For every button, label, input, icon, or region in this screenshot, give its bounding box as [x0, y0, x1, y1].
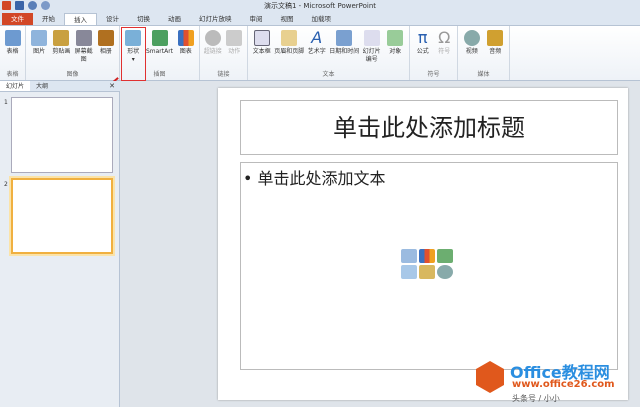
ribbon: 表格 表格 图片 剪贴画 屏幕截图 相册 图像 形状 ▾ SmartArt 图表 … — [0, 25, 640, 81]
watermark-url: www.office26.com — [512, 379, 615, 390]
close-pane-icon[interactable]: ✕ — [109, 81, 120, 91]
insert-smartart-icon[interactable] — [437, 249, 453, 263]
video-icon — [463, 30, 480, 46]
slide-thumbnail-2[interactable] — [9, 176, 115, 256]
slides-pane: 幻灯片 大纲 ✕ 1 2 — [0, 81, 120, 407]
watermark: Office教程网 www.office26.com 头条号 / 小小 — [470, 355, 640, 407]
group-label: 图像 — [66, 71, 79, 78]
group-illustrations: 形状 ▾ SmartArt 图表 插图 — [120, 26, 200, 81]
watermark-source: 头条号 / 小小 — [512, 394, 560, 403]
object-icon — [387, 30, 404, 46]
omega-icon: Ω — [438, 28, 451, 47]
clipart-icon — [53, 30, 70, 46]
tab-transitions[interactable]: 切换 — [128, 13, 159, 25]
redo-icon[interactable] — [41, 1, 50, 10]
slide-thumbnail-1[interactable] — [11, 97, 113, 173]
tab-slides[interactable]: 幻灯片 — [0, 81, 31, 91]
group-label: 文本 — [322, 71, 335, 78]
group-label: 链接 — [217, 71, 230, 78]
content-placeholder[interactable]: • 单击此处添加文本 — [240, 162, 618, 370]
pi-icon: π — [417, 28, 428, 47]
group-label: 媒体 — [477, 71, 490, 78]
office-logo-icon — [476, 361, 504, 393]
save-icon[interactable] — [15, 1, 24, 10]
insert-chart-icon[interactable] — [419, 249, 435, 263]
content-insert-icons — [401, 249, 453, 279]
slide-number: 2 — [4, 181, 8, 188]
powerpoint-logo-icon — [2, 1, 11, 10]
smartart-icon — [151, 30, 168, 46]
tab-addins[interactable]: 加载项 — [303, 13, 341, 25]
tab-home[interactable]: 开始 — [33, 13, 64, 25]
group-links: 超链接 动作 链接 — [200, 26, 248, 80]
bullet: • — [243, 169, 253, 188]
tab-review[interactable]: 审阅 — [241, 13, 272, 25]
window-title: 演示文稿1 - Microsoft PowerPoint — [263, 2, 377, 10]
tab-insert[interactable]: 插入 — [64, 13, 97, 25]
group-tables: 表格 表格 — [0, 26, 26, 80]
insert-media-icon[interactable] — [437, 265, 453, 279]
insert-table-icon[interactable] — [401, 249, 417, 263]
slide-number: 1 — [4, 99, 8, 106]
speaker-icon — [487, 30, 504, 46]
pane-tabs: 幻灯片 大纲 ✕ — [0, 81, 120, 92]
title-placeholder[interactable]: 单击此处添加标题 — [240, 100, 618, 155]
tab-view[interactable]: 视图 — [272, 13, 303, 25]
group-symbols: π 公式 Ω 符号 符号 — [410, 26, 458, 80]
slide-number-icon — [363, 30, 380, 46]
tab-design[interactable]: 设计 — [97, 13, 128, 25]
group-label: 表格 — [6, 71, 19, 78]
group-label: 插图 — [153, 71, 166, 78]
hyperlink-icon — [204, 30, 221, 46]
tab-animations[interactable]: 动画 — [159, 13, 190, 25]
tab-outline[interactable]: 大纲 — [30, 81, 54, 91]
photo-album-icon — [97, 30, 114, 46]
group-label: 符号 — [427, 71, 440, 78]
group-media: 视频 音频 媒体 — [458, 26, 510, 80]
action-icon — [226, 30, 243, 46]
picture-icon — [31, 30, 48, 46]
title-bar: 演示文稿1 - Microsoft PowerPoint — [0, 0, 640, 12]
body-text: 单击此处添加文本 — [257, 169, 386, 188]
date-time-icon — [336, 30, 353, 46]
insert-picture-icon[interactable] — [401, 265, 417, 279]
textbox-icon — [253, 30, 270, 46]
table-icon — [4, 30, 21, 46]
chart-icon — [177, 30, 194, 46]
group-images: 图片 剪贴画 屏幕截图 相册 图像 — [26, 26, 120, 80]
quick-access-toolbar — [2, 1, 50, 10]
insert-clipart-icon[interactable] — [419, 265, 435, 279]
undo-icon[interactable] — [28, 1, 37, 10]
shapes-icon — [125, 30, 142, 46]
tab-file[interactable]: 文件 — [2, 13, 33, 25]
tab-slideshow[interactable]: 幻灯片放映 — [190, 13, 241, 25]
header-footer-icon — [281, 30, 298, 46]
slide-canvas: 单击此处添加标题 • 单击此处添加文本 — [218, 88, 628, 400]
group-text: 文本框 页眉和页脚 A 艺术字 日期和时间 幻灯片编号 对象 文本 — [248, 26, 410, 80]
wordart-icon: A — [311, 28, 323, 47]
ribbon-tabs: 文件 开始 插入 设计 切换 动画 幻灯片放映 审阅 视图 加载项 — [0, 12, 640, 25]
screenshot-icon — [75, 30, 92, 46]
